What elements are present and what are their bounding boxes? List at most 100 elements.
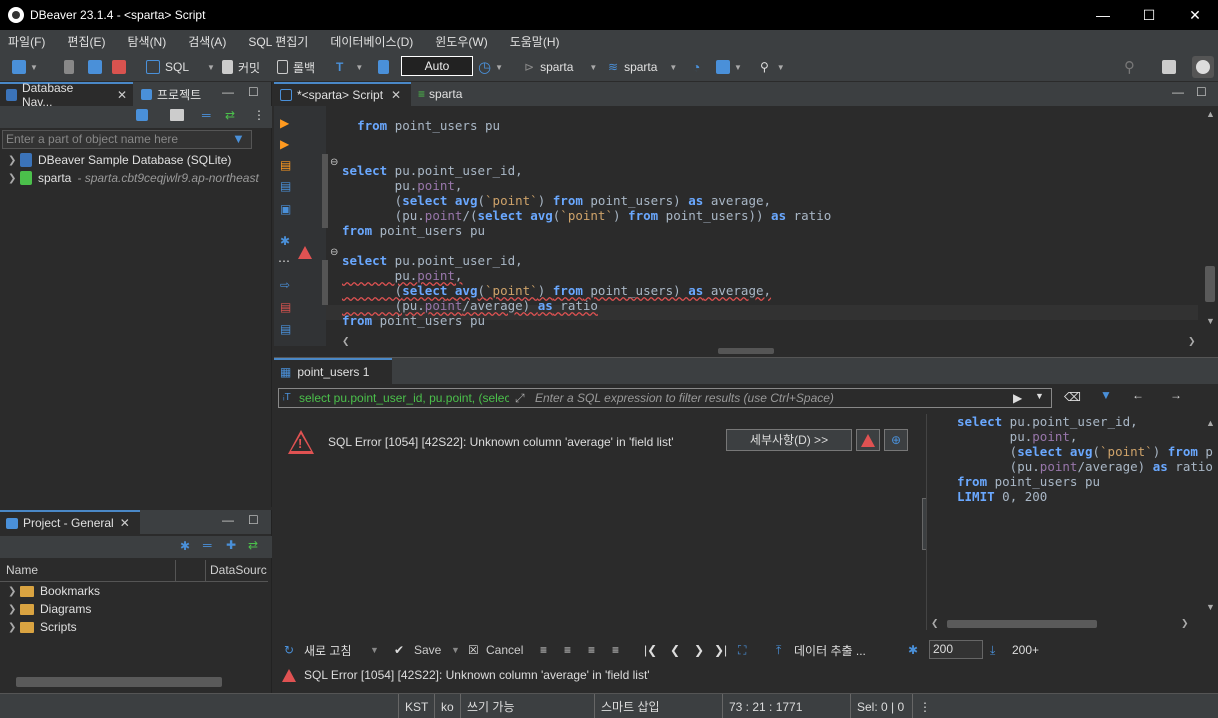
code-line[interactable]: (select avg(`point`) from point_users) a… <box>342 193 771 208</box>
view-menu-icon[interactable]: ⋮ <box>253 108 265 122</box>
close-button[interactable]: ✕ <box>1172 0 1218 30</box>
dashboard-icon[interactable]: ◔ <box>692 59 700 75</box>
explain-plan-icon[interactable]: ▤ <box>280 179 291 193</box>
execute-script-icon[interactable]: ▤ <box>280 158 291 172</box>
save-icon[interactable]: ✔ <box>394 643 404 657</box>
prev-page-icon[interactable]: ❮ <box>670 643 680 657</box>
folder-add-icon[interactable] <box>170 109 184 121</box>
expand-icon[interactable]: ✚ <box>226 538 236 552</box>
close-tab-icon[interactable]: ✕ <box>120 516 130 530</box>
chevron-right-icon[interactable]: ❯ <box>8 604 20 615</box>
maximize-panel-icon[interactable]: ☐ <box>248 513 259 527</box>
expand-icon[interactable]: ⤢ <box>515 391 525 406</box>
history-icon[interactable]: ◷ ▼ <box>478 59 503 76</box>
execute-new-tab-icon[interactable]: ▶ <box>280 137 289 151</box>
search-error-button[interactable]: ⊕ <box>884 429 908 451</box>
fold-icon[interactable]: ⊖ <box>330 247 338 258</box>
maximize-editor-icon[interactable]: ☐ <box>1196 85 1207 99</box>
configure-icon[interactable]: ✱ <box>180 539 190 553</box>
link-editor-icon[interactable]: ⇄ <box>248 538 258 552</box>
refresh-button[interactable]: 새로 고침 <box>304 642 352 659</box>
export-data-icon[interactable]: ⤒ <box>776 643 781 658</box>
scroll-up-icon[interactable]: ▲ <box>1206 109 1215 119</box>
apply-filter-icon[interactable]: ▶ <box>1013 391 1022 405</box>
tree-item-bookmarks[interactable]: ❯ Bookmarks <box>8 582 100 600</box>
tab-sparta-script[interactable]: *<sparta> Script ✕ <box>274 82 411 106</box>
scroll-left-icon[interactable]: ❮ <box>931 618 939 629</box>
sql-editor-button[interactable]: SQL ▼ <box>146 59 215 75</box>
tab-point-users-1[interactable]: ▦ point_users 1 <box>274 358 392 384</box>
link-editor-icon[interactable]: ⇄ <box>225 108 235 122</box>
export-data-button[interactable]: 데이터 추출 ... <box>794 642 866 659</box>
chevron-right-icon[interactable]: ❯ <box>8 586 20 597</box>
sql-pane-hscroll[interactable]: ❮ ❯ <box>927 618 1218 630</box>
back-icon[interactable]: ← <box>1132 388 1144 402</box>
code-line[interactable]: from point_users pu <box>342 223 485 238</box>
minimize-panel-icon[interactable]: — <box>222 85 234 99</box>
datasource-selector[interactable]: ⊳ sparta ▼ <box>524 59 597 75</box>
editor-hscroll[interactable]: ❮ ❯ <box>326 332 1202 348</box>
export-icon[interactable]: ⇨ <box>280 278 290 292</box>
fetch-next-icon[interactable]: ⤓ <box>990 643 995 658</box>
next-page-icon[interactable]: ❯ <box>694 643 704 657</box>
cancel-button[interactable]: Cancel <box>486 643 523 657</box>
first-page-icon[interactable]: |❮ <box>644 643 657 657</box>
scrollbar-thumb[interactable] <box>16 677 222 687</box>
save-menu-icon[interactable]: ▼ <box>451 645 460 655</box>
commit-button[interactable]: 커밋 <box>222 59 260 75</box>
code-line[interactable]: select pu.point_user_id, <box>342 163 523 178</box>
reconnect-icon[interactable] <box>88 59 102 75</box>
more-actions-icon[interactable]: ⋯ <box>278 254 290 268</box>
error-marker-icon[interactable] <box>298 246 312 259</box>
tab-sparta[interactable]: ≡ sparta <box>412 82 468 106</box>
object-filter-input[interactable]: Enter a part of object name here <box>2 130 252 149</box>
rollback-button[interactable]: 롤백 <box>277 59 315 75</box>
minimize-button[interactable]: — <box>1080 0 1126 30</box>
format-icon[interactable]: ▤ <box>280 322 291 336</box>
collapse-all-icon[interactable]: ═ <box>203 538 212 552</box>
tab-projects[interactable]: 프로젝트 <box>135 82 207 106</box>
forward-icon[interactable]: → <box>1170 388 1182 402</box>
project-hscroll[interactable] <box>0 674 268 690</box>
refresh-menu-icon[interactable]: ▼ <box>370 645 379 655</box>
fetch-settings-icon[interactable]: ✱ <box>908 643 918 657</box>
error-log-button[interactable] <box>856 429 880 451</box>
global-search-icon[interactable]: ⚲ <box>1124 59 1135 76</box>
tree-item-diagrams[interactable]: ❯ Diagrams <box>8 600 91 618</box>
close-tab-icon[interactable]: ✕ <box>391 88 401 102</box>
tree-item-sample-db[interactable]: ❯ DBeaver Sample Database (SQLite) <box>8 151 231 169</box>
schema-selector[interactable]: ≋ sparta ▼ <box>608 59 677 75</box>
results-filter-bar[interactable]: ᵢT select pu.point_user_id, pu.point, (s… <box>278 388 1052 408</box>
fetch-more-button[interactable]: 200+ <box>1012 643 1039 657</box>
chevron-right-icon[interactable]: ❯ <box>8 622 20 633</box>
menu-file[interactable]: 파일(F) <box>8 33 45 50</box>
execute-statement-icon[interactable]: ▶ <box>280 116 289 130</box>
fit-icon[interactable]: ⛶ <box>738 643 746 658</box>
scroll-left-icon[interactable]: ❮ <box>342 336 350 347</box>
open-perspective-icon[interactable] <box>1162 59 1176 75</box>
scrollbar-thumb[interactable] <box>947 620 1097 628</box>
scroll-down-icon[interactable]: ▼ <box>1206 602 1215 612</box>
cancel-icon[interactable]: ☒ <box>468 643 479 657</box>
scroll-up-icon[interactable]: ▲ <box>1206 418 1215 428</box>
filter-history-icon[interactable]: ▼ <box>1035 391 1044 401</box>
code-line[interactable]: pu.point, <box>342 178 463 193</box>
fold-icon[interactable]: ⊖ <box>330 157 338 168</box>
filter-icon[interactable]: ▼ <box>1100 388 1112 402</box>
edit-row-icon[interactable]: ≡ <box>540 643 547 657</box>
settings-icon[interactable]: ✱ <box>280 234 290 248</box>
menu-sql-editor[interactable]: SQL 편집기 <box>248 33 308 50</box>
scrollbar-thumb[interactable] <box>1205 266 1215 302</box>
lock-icon[interactable] <box>378 59 389 75</box>
save-button[interactable]: Save <box>414 643 441 657</box>
scroll-right-icon[interactable]: ❯ <box>1181 618 1189 629</box>
menu-database[interactable]: 데이터베이스(D) <box>330 33 413 50</box>
filter-icon[interactable]: ▼ <box>232 131 245 146</box>
maximize-button[interactable]: ☐ <box>1126 0 1172 30</box>
tab-database-navigator[interactable]: Database Nav... ✕ <box>0 81 133 109</box>
scroll-right-icon[interactable]: ❯ <box>1188 336 1196 347</box>
clear-filter-icon[interactable]: ⌫ <box>1064 390 1081 404</box>
disconnect-icon[interactable] <box>112 59 126 75</box>
dbeaver-perspective-icon[interactable] <box>1192 56 1214 78</box>
tab-project-general[interactable]: Project - General ✕ <box>0 510 140 534</box>
